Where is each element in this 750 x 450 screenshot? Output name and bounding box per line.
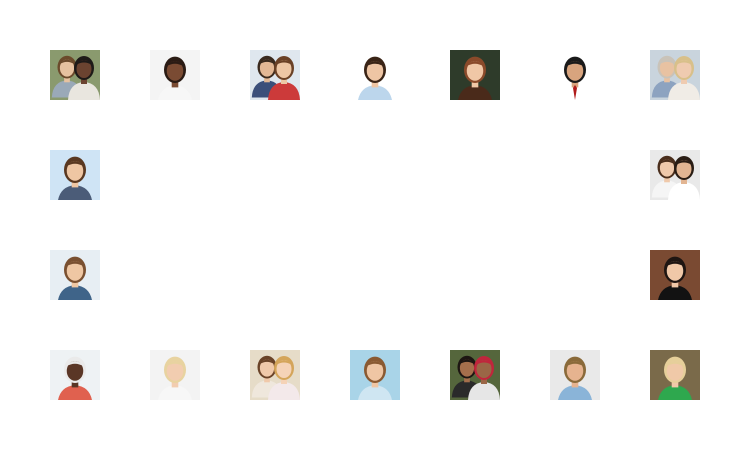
portrait-image [350,350,400,400]
portrait-image [50,50,100,100]
photo-woman-1[interactable] [150,50,200,100]
portrait-image [150,350,200,400]
photo-mother-child[interactable] [250,350,300,400]
portrait-image [350,50,400,100]
portrait-image [250,50,300,100]
portrait-image [550,350,600,400]
photo-woman-5[interactable] [50,250,100,300]
photo-couple-1[interactable] [50,50,100,100]
portrait-image [450,350,500,400]
photo-couple-2[interactable] [650,50,700,100]
portrait-image [450,50,500,100]
photo-family-1[interactable] [250,50,300,100]
photo-woman-3[interactable] [450,50,500,100]
portrait-image [250,350,300,400]
portrait-image [650,50,700,100]
portrait-image [650,350,700,400]
portrait-image [150,50,200,100]
portrait-image [50,350,100,400]
photo-man-1[interactable] [550,50,600,100]
photo-couple-3[interactable] [650,150,700,200]
portrait-image [50,250,100,300]
photo-woman-6[interactable] [650,250,700,300]
photo-man-2[interactable] [50,350,100,400]
portrait-image [650,250,700,300]
portrait-image [650,150,700,200]
photo-woman-2[interactable] [350,50,400,100]
photo-woman-7[interactable] [150,350,200,400]
photo-woman-9[interactable] [650,350,700,400]
portrait-image [50,150,100,200]
portrait-image [550,50,600,100]
photo-grid [0,0,750,450]
photo-man-3[interactable] [550,350,600,400]
photo-woman-8[interactable] [350,350,400,400]
photo-woman-4[interactable] [50,150,100,200]
photo-couple-4[interactable] [450,350,500,400]
